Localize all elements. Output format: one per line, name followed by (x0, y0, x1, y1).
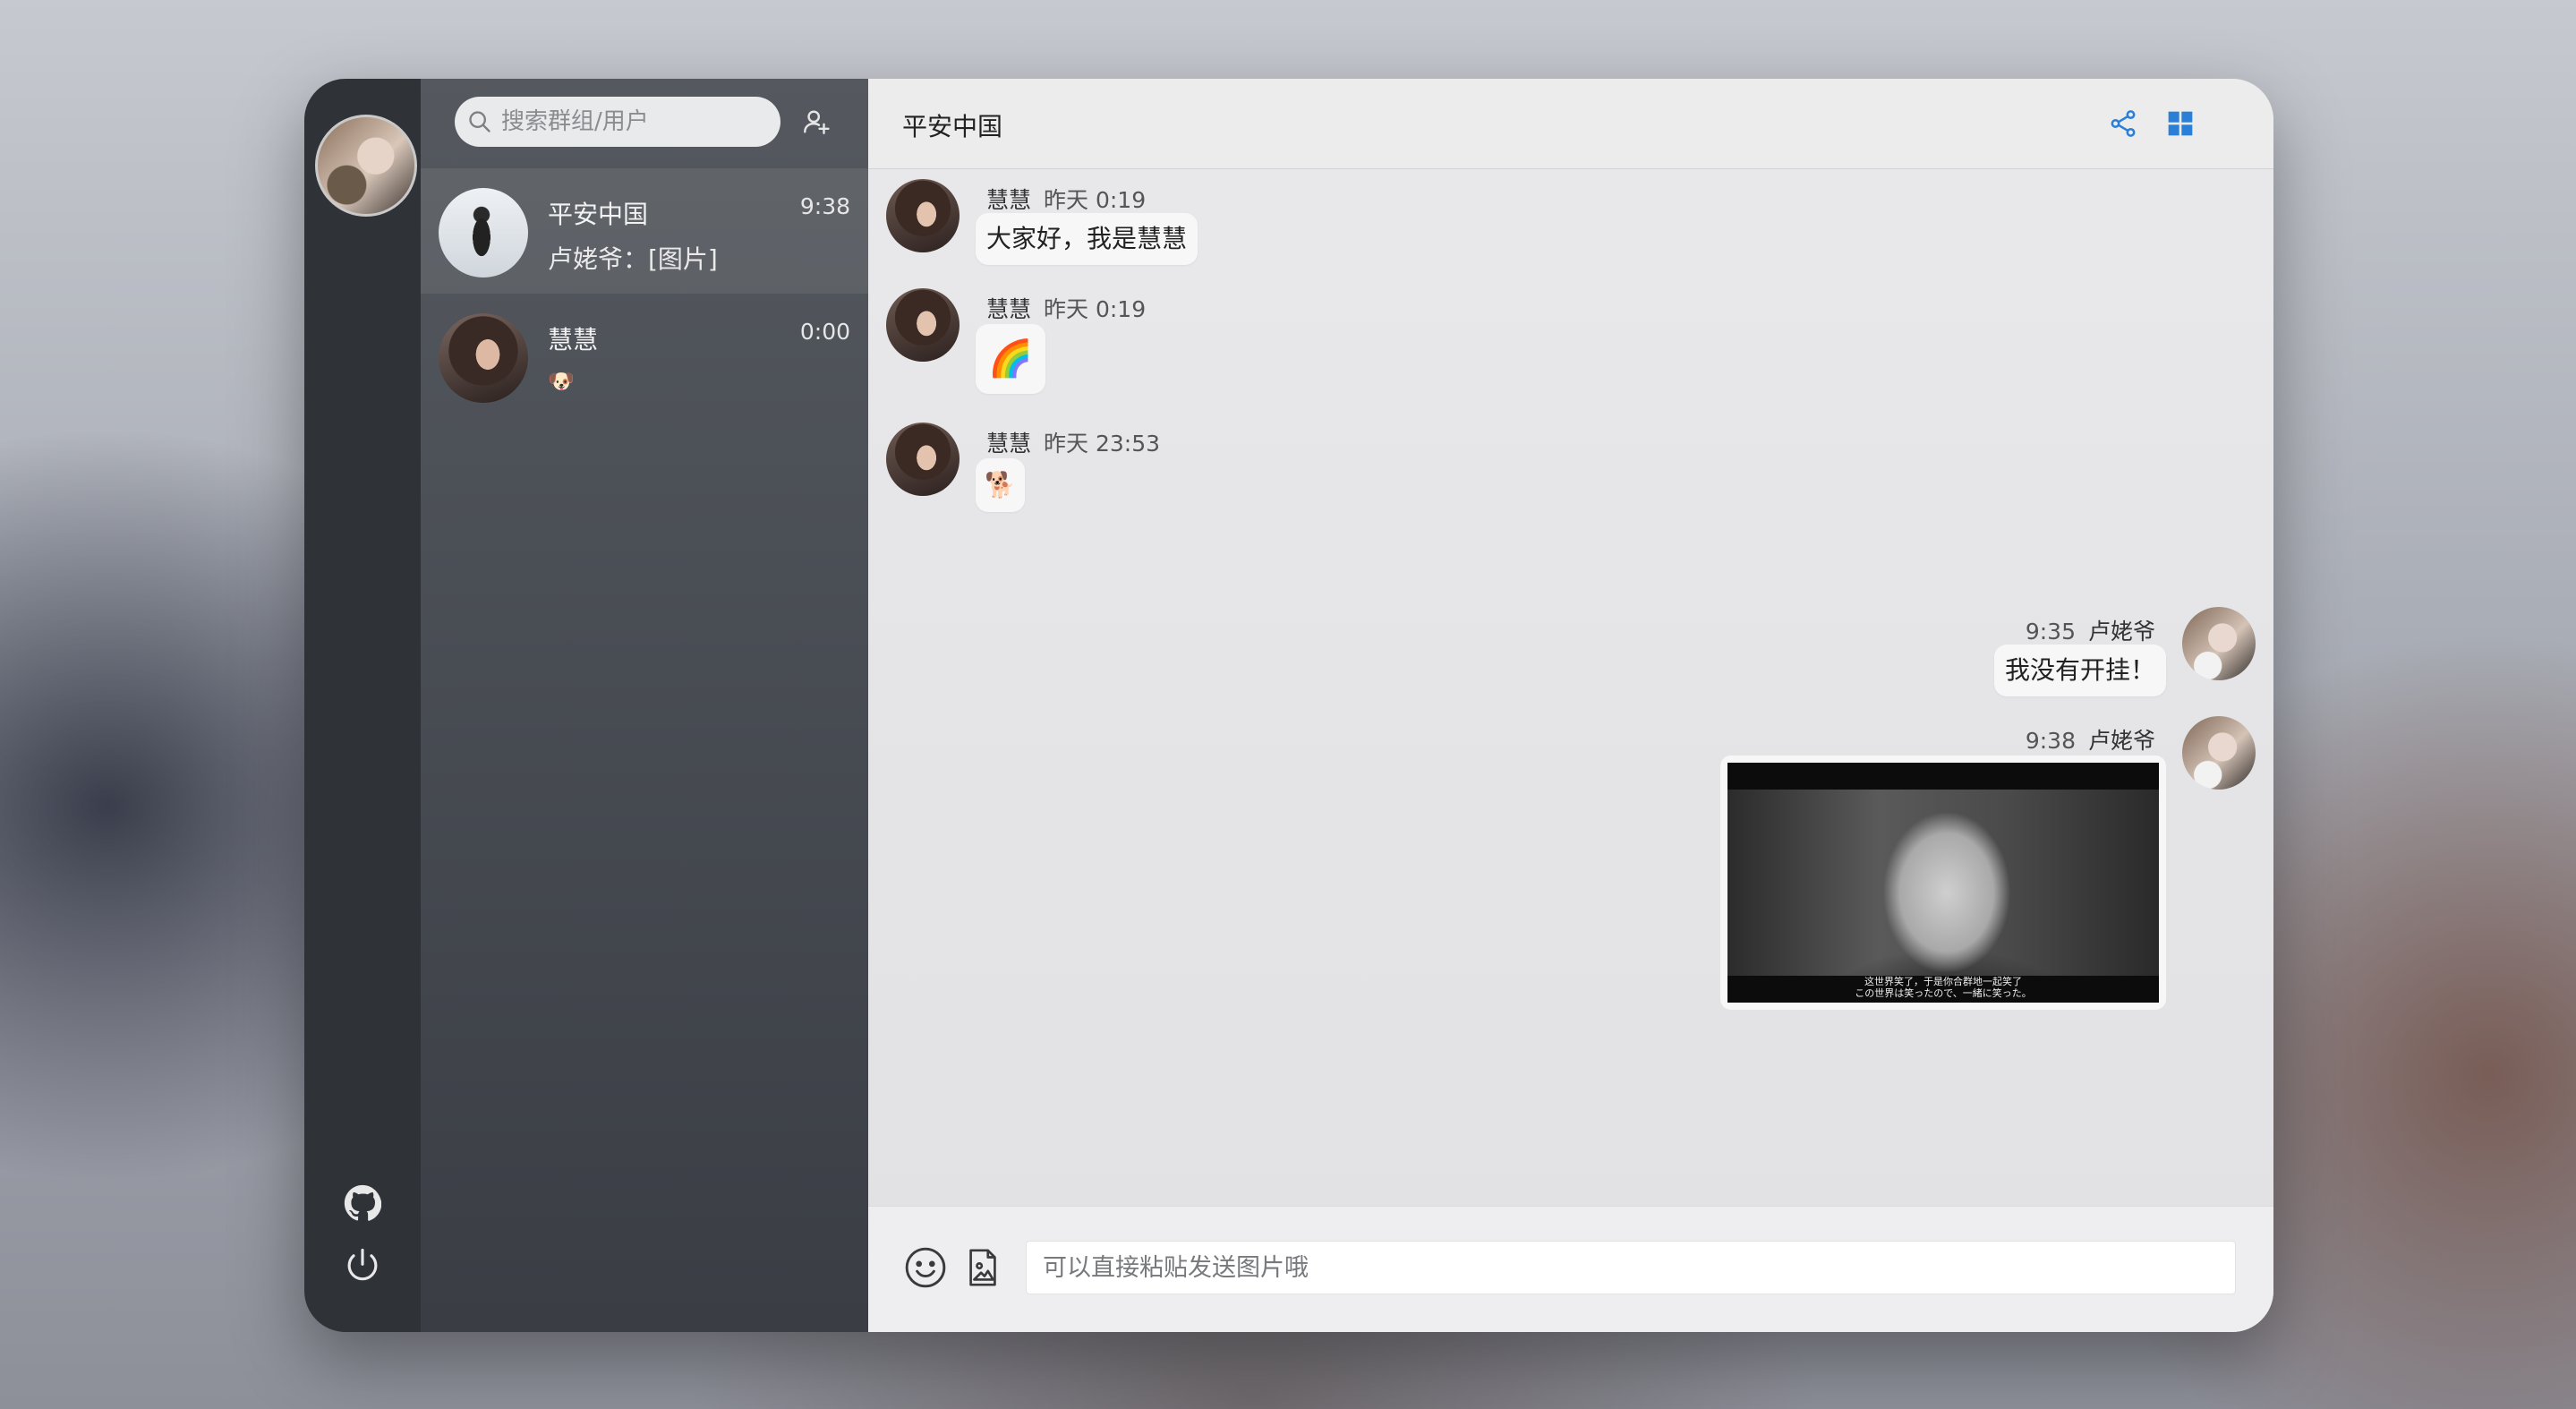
conversation-list: 平安中国 卢姥爷：[图片] 9:38 慧慧 🐶 0:00 (421, 79, 868, 1332)
sidebar-rail (304, 79, 421, 1332)
message-input[interactable] (1026, 1241, 2236, 1294)
image-thumbnail[interactable]: 这世界笑了，于是你合群地一起笑了 この世界は笑ったので、一緒に笑った。 (1727, 763, 2159, 1003)
conversation-preview: 卢姥爷：[图片] (548, 244, 718, 274)
share-icon[interactable] (2103, 104, 2143, 143)
sender-avatar[interactable] (886, 423, 960, 496)
image-bubble[interactable]: 这世界笑了，于是你合群地一起笑了 この世界は笑ったので、一緒に笑った。 (1720, 756, 2166, 1010)
image-letterbox-top (1727, 763, 2159, 790)
github-icon[interactable] (343, 1183, 382, 1223)
sender-name: 慧慧 (986, 431, 1032, 457)
sender-avatar[interactable] (886, 179, 960, 252)
emoji-bubble: 🐕 (976, 458, 1025, 512)
message-list: 慧慧 昨天 0:19 大家好，我是慧慧 慧慧 昨天 0:19 🌈 慧慧 昨天 23:5… (868, 168, 2273, 1287)
image-file-icon[interactable] (958, 1242, 1008, 1293)
add-user-icon[interactable] (797, 102, 836, 141)
search-row (421, 79, 868, 168)
sender-name: 慧慧 (986, 187, 1032, 213)
chat-header: 平安中国 (868, 79, 2273, 169)
search-box[interactable] (455, 97, 780, 147)
chat-title: 平安中国 (902, 112, 1003, 141)
text-bubble: 我没有开挂！ (1993, 645, 2166, 696)
emoji-bubble: 🌈 (976, 324, 1045, 394)
contact-avatar (439, 313, 528, 403)
sender-name: 卢姥爷 (2087, 619, 2155, 645)
text-bubble: 大家好，我是慧慧 (976, 213, 1198, 265)
sender-avatar[interactable] (2182, 716, 2256, 790)
conversation-time: 0:00 (799, 319, 850, 345)
smiley-icon[interactable] (900, 1242, 951, 1293)
sender-name: 卢姥爷 (2087, 728, 2155, 754)
group-avatar (439, 188, 528, 278)
conversation-name: 慧慧 (548, 325, 599, 354)
message-time: 昨天 0:19 (1044, 187, 1147, 213)
message-time: 昨天 23:53 (1044, 431, 1161, 457)
message-meta: 慧慧 昨天 0:19 (986, 292, 1146, 324)
image-subtitle: この世界は笑ったので、一緒に笑った。 (1855, 987, 2032, 999)
message-meta: 慧慧 昨天 0:19 (986, 183, 1146, 215)
composer (868, 1206, 2273, 1332)
message-meta: 9:38 卢姥爷 (2026, 723, 2155, 756)
message-meta: 9:35 卢姥爷 (2026, 614, 2155, 646)
conversation-item[interactable]: 平安中国 卢姥爷：[图片] 9:38 (421, 168, 868, 294)
power-icon[interactable] (343, 1246, 382, 1285)
message-time: 昨天 0:19 (1044, 296, 1147, 322)
sender-name: 慧慧 (986, 296, 1032, 322)
conversation-name: 平安中国 (548, 200, 649, 229)
conversation-time: 9:38 (799, 193, 850, 219)
message-meta: 慧慧 昨天 23:53 (986, 426, 1160, 458)
sender-avatar[interactable] (2182, 607, 2256, 680)
message-time: 9:35 (2025, 619, 2076, 645)
conversation-preview: 🐶 (548, 369, 575, 394)
sender-avatar[interactable] (886, 288, 960, 362)
user-avatar[interactable] (315, 115, 417, 217)
grid-icon[interactable] (2161, 104, 2200, 143)
app-window: 平安中国 卢姥爷：[图片] 9:38 慧慧 🐶 0:00 平安中国 慧慧昨 (304, 79, 2273, 1332)
conversation-item[interactable]: 慧慧 🐶 0:00 (421, 294, 868, 419)
chat-panel: 平安中国 慧慧 昨天 0:19 大家好，我是慧慧 慧慧 昨天 0:19 🌈 慧慧… (868, 79, 2273, 1332)
search-input[interactable] (499, 107, 763, 136)
message-time: 9:38 (2025, 728, 2076, 754)
search-icon (469, 111, 490, 132)
